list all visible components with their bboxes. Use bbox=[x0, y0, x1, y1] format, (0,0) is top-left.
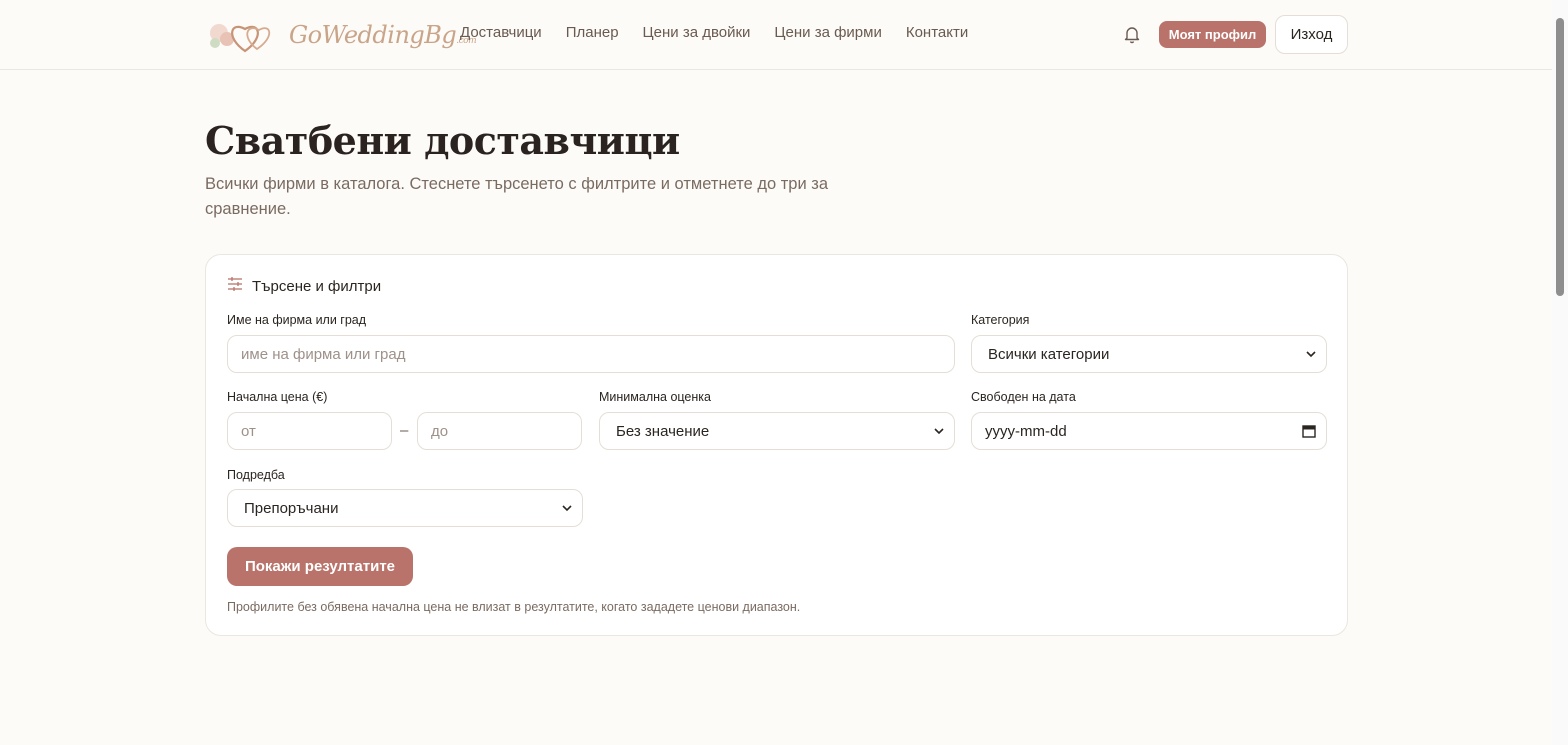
price-to-input[interactable]: до bbox=[417, 412, 582, 450]
show-results-button[interactable]: Покажи резултатите bbox=[227, 547, 413, 586]
chevron-down-icon bbox=[562, 505, 572, 512]
price-from-input[interactable]: от bbox=[227, 412, 392, 450]
rating-label: Минимална оценка bbox=[599, 390, 711, 404]
main-nav: Доставчици Планер Цени за двойки Цени за… bbox=[460, 24, 992, 41]
category-label: Категория bbox=[971, 313, 1030, 327]
logo-text: GoWeddingBg.com bbox=[289, 21, 477, 49]
logo-hearts-icon bbox=[205, 13, 279, 57]
search-input[interactable]: име на фирма или град bbox=[227, 335, 955, 373]
rating-select[interactable]: Без значение bbox=[599, 412, 955, 450]
calendar-icon[interactable] bbox=[1302, 424, 1316, 438]
sort-label: Подредба bbox=[227, 468, 285, 482]
rating-value: Без значение bbox=[616, 422, 710, 440]
logout-button[interactable]: Изход bbox=[1275, 15, 1348, 54]
sort-select[interactable]: Препоръчани bbox=[227, 489, 583, 527]
page-subtitle: Всички фирми в каталога. Стеснете търсен… bbox=[205, 175, 828, 218]
scrollbar-thumb[interactable] bbox=[1556, 18, 1564, 296]
sort-value: Препоръчани bbox=[244, 499, 339, 517]
nav-link-suppliers[interactable]: Доставчици bbox=[460, 24, 542, 41]
category-select[interactable]: Всички категории bbox=[971, 335, 1327, 373]
category-value: Всички категории bbox=[988, 345, 1110, 363]
bell-icon[interactable] bbox=[1122, 24, 1142, 44]
price-range-note: Профилите без обявена начална цена не вл… bbox=[227, 600, 801, 614]
chevron-down-icon bbox=[1306, 351, 1316, 358]
nav-link-prices-couples[interactable]: Цени за двойки bbox=[643, 24, 751, 41]
sliders-icon bbox=[227, 277, 243, 296]
nav-link-contacts[interactable]: Контакти bbox=[906, 24, 968, 41]
top-navbar: GoWeddingBg.com Доставчици Планер Цени з… bbox=[0, 0, 1552, 70]
my-profile-button[interactable]: Моят профил bbox=[1159, 21, 1266, 48]
chevron-down-icon bbox=[934, 428, 944, 435]
date-input[interactable]: yyyy-mm-dd bbox=[971, 412, 1327, 450]
page-scrollbar[interactable] bbox=[1552, 0, 1568, 745]
price-label: Начална цена (€) bbox=[227, 390, 328, 404]
filters-title: Търсене и филтри bbox=[252, 278, 382, 295]
filters-card: Търсене и филтри Име на фирма или град и… bbox=[205, 254, 1348, 636]
site-logo[interactable]: GoWeddingBg.com bbox=[205, 13, 477, 57]
date-label: Свободен на дата bbox=[971, 390, 1076, 404]
page-title: Сватбени доставчици bbox=[205, 118, 680, 163]
price-range-dash: – bbox=[400, 422, 409, 439]
nav-link-planner[interactable]: Планер bbox=[566, 24, 619, 41]
filters-heading: Търсене и филтри bbox=[227, 277, 381, 296]
search-label: Име на фирма или град bbox=[227, 313, 367, 327]
date-placeholder: yyyy-mm-dd bbox=[985, 422, 1067, 440]
nav-link-prices-companies[interactable]: Цени за фирми bbox=[774, 24, 881, 41]
